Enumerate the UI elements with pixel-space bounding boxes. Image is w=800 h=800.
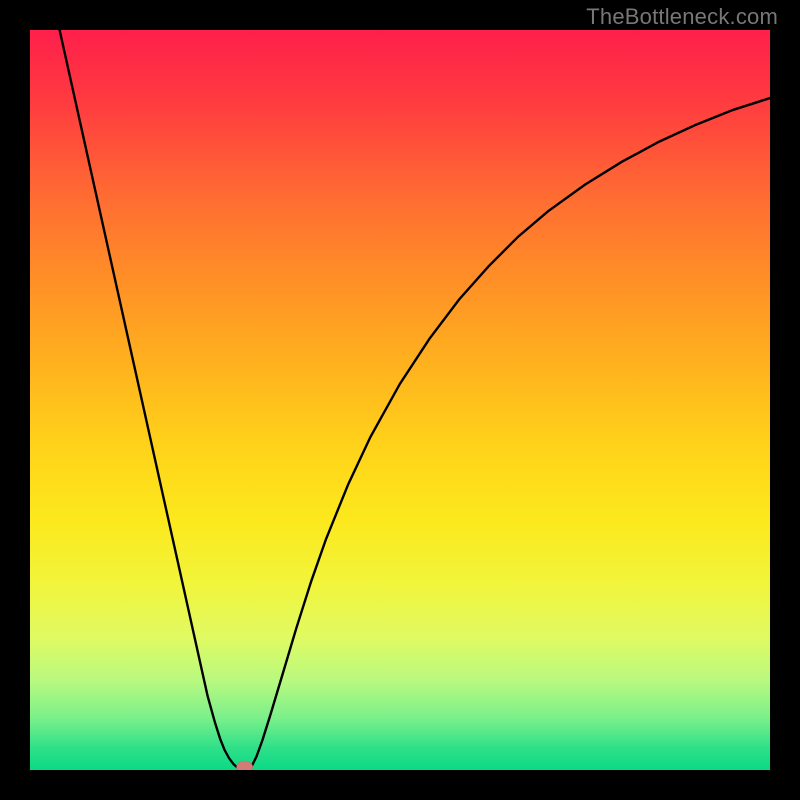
- watermark-text: TheBottleneck.com: [586, 4, 778, 30]
- chart-frame: TheBottleneck.com: [0, 0, 800, 800]
- highlight-marker: [237, 761, 253, 770]
- bottleneck-curve: [60, 30, 770, 770]
- plot-area: [30, 30, 770, 770]
- curve-svg: [30, 30, 770, 770]
